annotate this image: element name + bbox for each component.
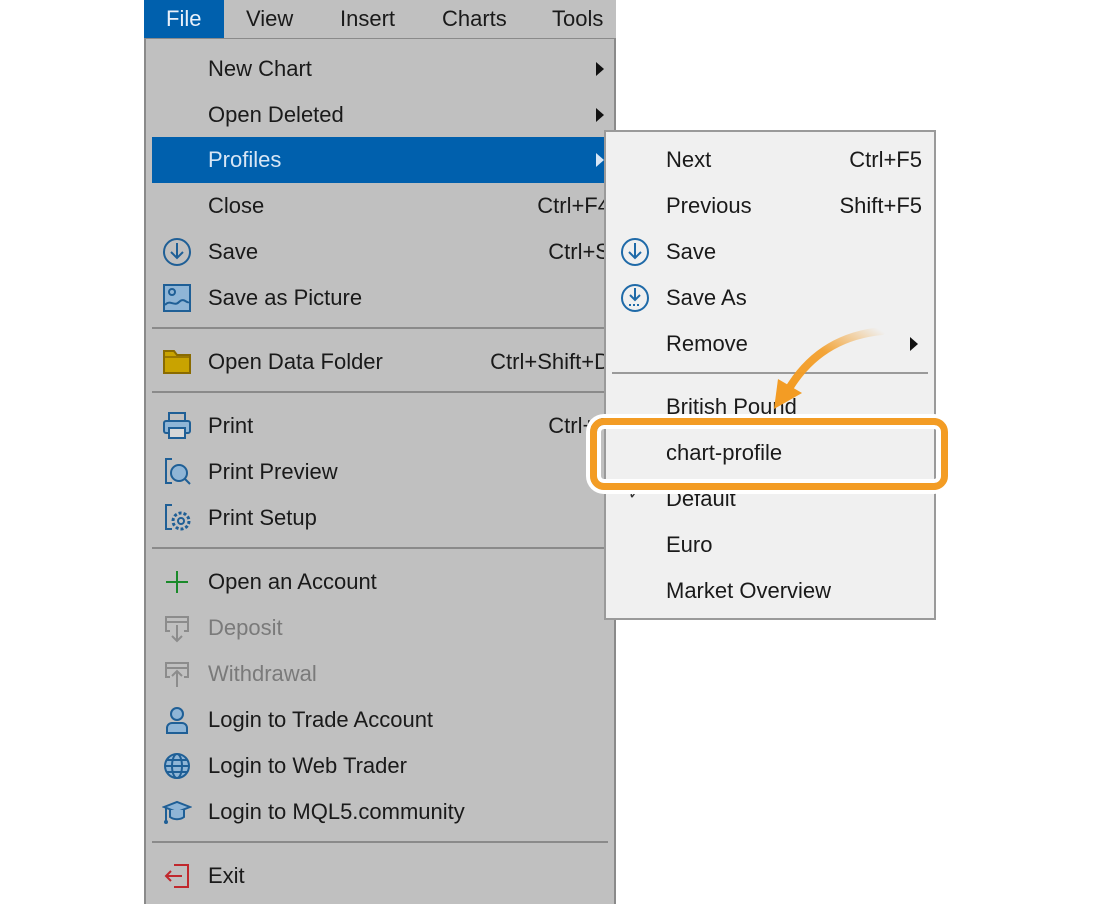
menu-separator [152,841,608,843]
menu-tools[interactable]: Tools [530,0,625,38]
graduation-cap-icon [162,800,192,824]
submenu-arrow-icon [596,108,604,122]
menu-item-label: Save as Picture [208,285,363,310]
shortcut-label: Ctrl+S [548,239,610,264]
submenu-item-market-overview[interactable]: Market Overview [606,568,934,614]
menu-item-label: Save [666,239,717,264]
menu-item-label: Print Preview [208,459,338,484]
menu-item-login-mql5[interactable]: Login to MQL5.community [152,789,614,835]
globe-icon [164,753,190,779]
annotation-highlight-box [590,418,948,490]
menu-view[interactable]: View [224,0,315,38]
submenu-item-save[interactable]: Save [606,229,934,275]
menu-item-label: New Chart [208,56,312,81]
menu-item-label: Login to Web Trader [208,753,407,778]
shortcut-label: Ctrl+F5 [849,147,922,172]
menu-item-profiles[interactable]: Profiles [152,137,614,183]
menu-item-print-preview[interactable]: Print Preview [152,449,614,495]
shortcut-label: Ctrl+F4 [537,193,610,218]
menu-insert[interactable]: Insert [318,0,417,38]
menu-item-save-as-picture[interactable]: Save as Picture [152,275,614,321]
menu-item-label: Withdrawal [208,661,317,686]
menu-item-label: Market Overview [666,578,832,603]
menu-item-open-an-account[interactable]: Open an Account [152,559,614,605]
submenu-item-previous[interactable]: Previous Shift+F5 [606,183,934,229]
save-icon [163,238,191,266]
menu-item-label: Open Deleted [208,102,344,127]
folder-icon [163,350,191,374]
user-icon [166,707,188,734]
menu-item-label: Euro [666,532,713,557]
menu-file[interactable]: File [144,0,224,38]
menu-item-label: Deposit [208,615,283,640]
menu-separator [152,547,608,549]
submenu-item-euro[interactable]: Euro [606,522,934,568]
submenu-item-next[interactable]: Next Ctrl+F5 [606,137,934,183]
submenu-arrow-icon [910,337,918,351]
submenu-item-save-as[interactable]: Save As [606,275,934,321]
menu-item-label: Next [666,147,712,172]
picture-icon [163,284,191,312]
menu-item-label: Login to Trade Account [208,707,434,732]
annotation-arrow-icon [774,327,886,409]
menu-item-label: Remove [666,331,748,356]
menu-item-new-chart[interactable]: New Chart [152,46,614,92]
menu-item-login-web-trader[interactable]: Login to Web Trader [152,743,614,789]
plus-icon [166,571,188,593]
printer-icon [163,412,191,439]
deposit-icon [165,616,189,643]
menu-item-exit[interactable]: Exit [152,853,614,899]
menu-item-close[interactable]: Close Ctrl+F4 [152,183,614,229]
menu-item-label: Profiles [208,147,282,172]
menu-item-open-data-folder[interactable]: Open Data Folder Ctrl+Shift+D [152,339,614,385]
save-as-icon [621,284,649,312]
menu-item-withdrawal[interactable]: Withdrawal [152,651,614,697]
exit-icon [164,864,189,888]
menu-separator [152,391,608,393]
menu-item-label: Save [208,239,259,264]
menu-item-label: Open an Account [208,569,377,594]
print-setup-icon [165,504,191,531]
save-icon [621,238,649,266]
submenu-arrow-icon [596,153,604,167]
menu-item-deposit[interactable]: Deposit [152,605,614,651]
file-menu: New Chart Open Deleted Profiles Close Ct… [144,38,616,904]
menu-item-label: Print [208,413,254,438]
menu-item-label: Login to MQL5.community [208,799,465,824]
menu-item-label: Previous [666,193,752,218]
menu-item-label: Close [208,193,265,218]
menu-item-print-setup[interactable]: Print Setup [152,495,614,541]
menu-item-save[interactable]: Save Ctrl+S [152,229,614,275]
menu-item-print[interactable]: Print Ctrl+P [152,403,614,449]
menu-item-login-trade-account[interactable]: Login to Trade Account [152,697,614,743]
menu-charts[interactable]: Charts [420,0,529,38]
withdrawal-icon [165,662,189,687]
shortcut-label: Shift+F5 [839,193,922,218]
submenu-arrow-icon [596,62,604,76]
menu-separator [152,327,608,329]
menu-item-label: Save As [666,285,747,310]
print-preview-icon [165,458,191,485]
menu-bar: File View Insert Charts Tools [144,0,616,38]
menu-item-open-deleted[interactable]: Open Deleted [152,92,614,138]
menu-item-label: Open Data Folder [208,349,383,374]
menu-item-label: Exit [208,863,245,888]
menu-item-label: Print Setup [208,505,317,530]
shortcut-label: Ctrl+Shift+D [490,349,610,374]
